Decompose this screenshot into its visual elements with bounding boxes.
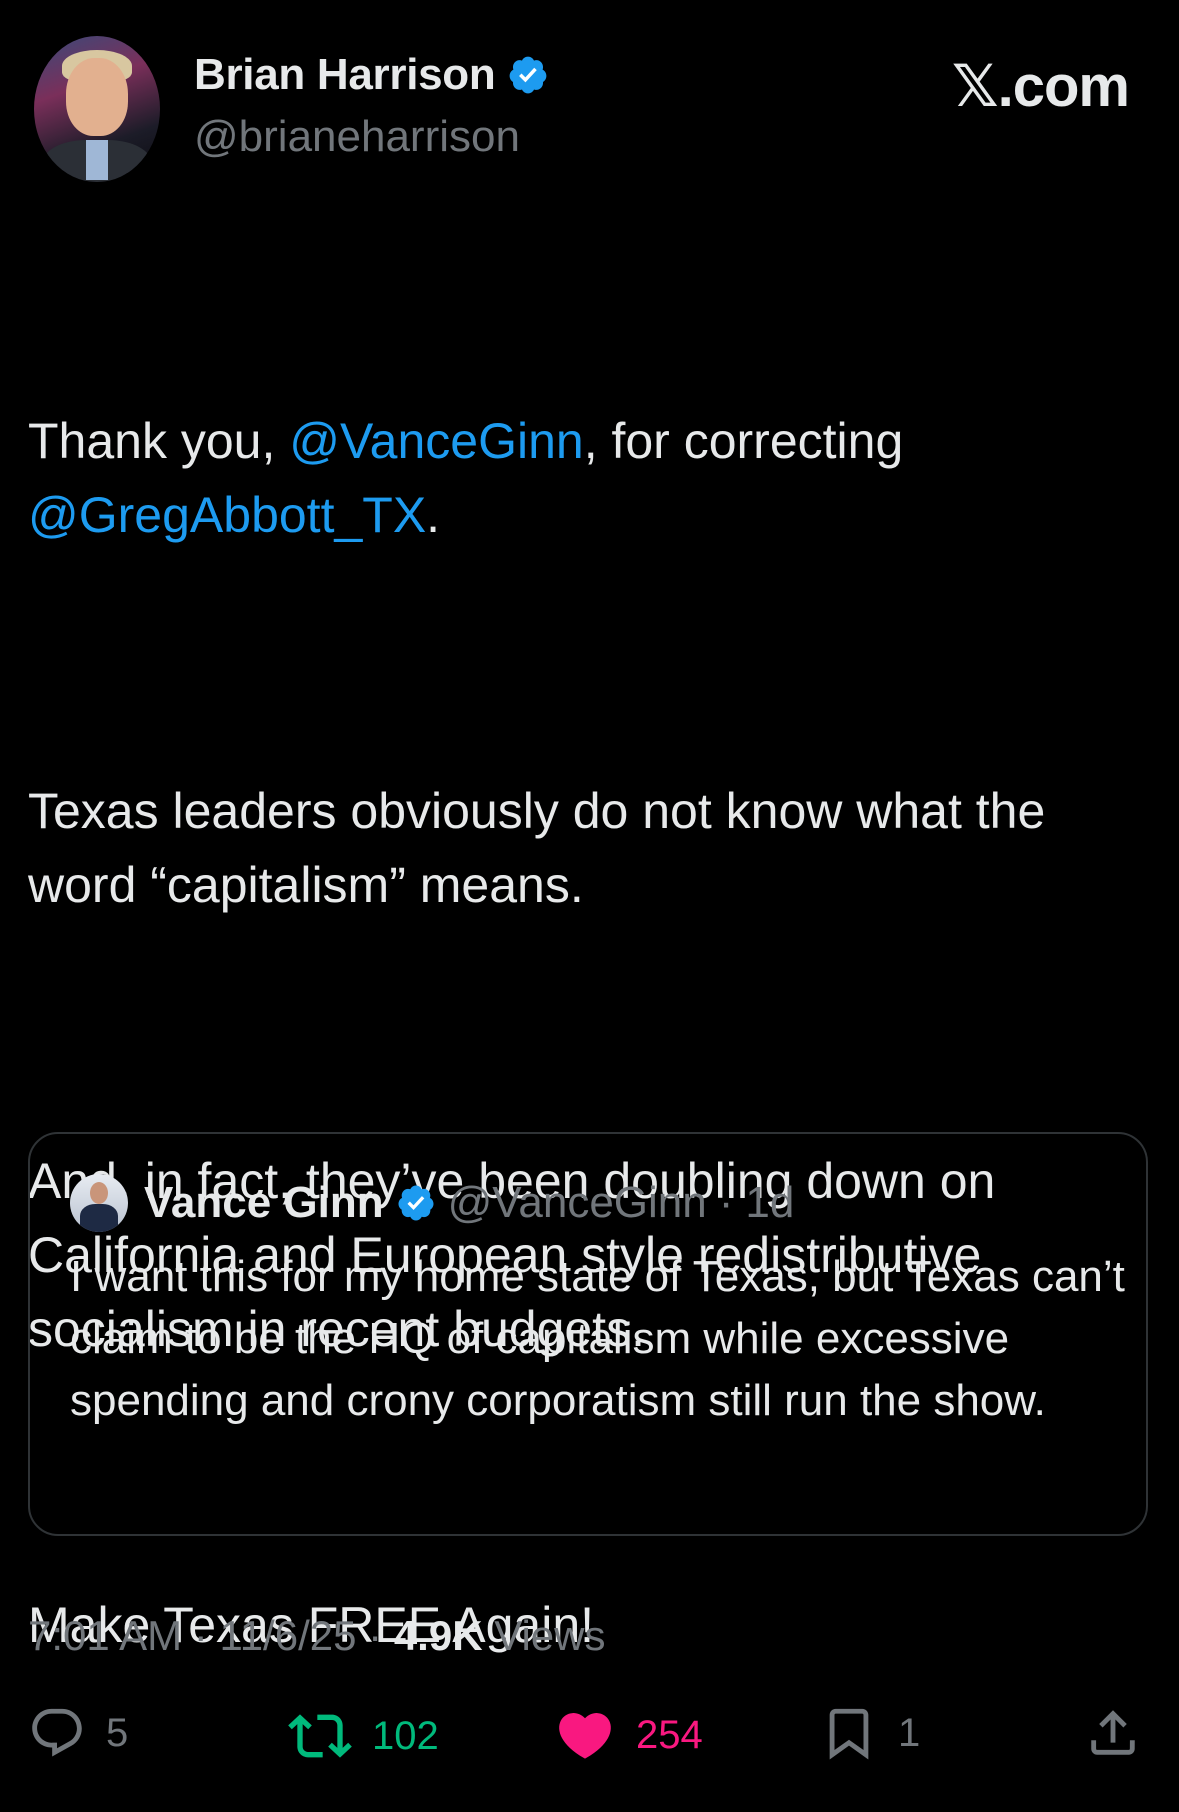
separator-dot: ·	[368, 1612, 383, 1659]
repost-button[interactable]: 102	[288, 1704, 439, 1768]
verified-badge-icon	[398, 1185, 434, 1221]
author-avatar[interactable]	[34, 36, 160, 182]
tweet-paragraph-2: Texas leaders obviously do not know what…	[28, 783, 1060, 913]
views-count: 4.9K	[393, 1612, 483, 1659]
author-handle[interactable]: @brianeharrison	[194, 112, 520, 162]
quoted-tweet-age[interactable]: 1d	[745, 1178, 794, 1228]
text-fragment: .	[426, 487, 441, 543]
quoted-tweet-header: Vance Ginn @VanceGinn · 1d	[144, 1178, 794, 1228]
like-icon	[559, 1713, 611, 1759]
bookmark-count: 1	[898, 1710, 921, 1755]
text-fragment: , for correcting	[583, 413, 918, 469]
like-count: 254	[636, 1712, 703, 1757]
mention-link-gregabbott[interactable]: @GregAbbott_TX	[28, 487, 426, 543]
author-name-row[interactable]: Brian Harrison	[194, 50, 549, 100]
tweet-time[interactable]: 7:01 AM	[28, 1612, 182, 1659]
quoted-tweet-text: I want this for my home state of Texas, …	[70, 1252, 1125, 1425]
tweet-meta: 7:01 AM · 11/6/25 · 4.9K Views	[28, 1612, 605, 1660]
tweet-body: Thank you, @VanceGinn, for correcting @G…	[28, 256, 1148, 1810]
author-name[interactable]: Brian Harrison	[194, 50, 496, 100]
quoted-author-handle[interactable]: @VanceGinn	[448, 1178, 707, 1228]
repost-icon	[288, 1714, 352, 1758]
x-brand-logo: 𝕏.com	[951, 54, 1130, 119]
share-icon	[1091, 1710, 1135, 1755]
views-label: Views	[494, 1612, 606, 1659]
bookmark-icon	[829, 1708, 869, 1760]
separator-dot: ·	[193, 1612, 208, 1659]
verified-badge-icon	[510, 56, 547, 94]
mention-link-vanceginn[interactable]: @VanceGinn	[289, 413, 583, 469]
tweet-date[interactable]: 11/6/25	[219, 1612, 356, 1659]
repost-count: 102	[372, 1713, 439, 1758]
reply-button[interactable]: 5	[28, 1704, 128, 1762]
like-button[interactable]: 254	[554, 1704, 703, 1766]
share-button[interactable]	[1084, 1704, 1142, 1762]
tweet-header: Brian Harrison @brianeharrison 𝕏.com	[0, 0, 1179, 200]
bookmark-button[interactable]: 1	[820, 1704, 920, 1762]
reply-count: 5	[106, 1710, 129, 1755]
reply-icon	[32, 1708, 82, 1757]
quoted-tweet-card[interactable]: Vance Ginn @VanceGinn · 1d I want this f…	[28, 1132, 1148, 1536]
separator-dot: ·	[718, 1178, 734, 1227]
quoted-author-name[interactable]: Vance Ginn	[144, 1178, 384, 1228]
text-fragment: Thank you,	[28, 413, 290, 469]
tweet-paragraph-1: Thank you, @VanceGinn, for correcting @G…	[28, 404, 1148, 552]
action-bar: 5 102 254 1	[0, 1704, 1179, 1784]
quoted-author-avatar[interactable]	[70, 1174, 128, 1232]
